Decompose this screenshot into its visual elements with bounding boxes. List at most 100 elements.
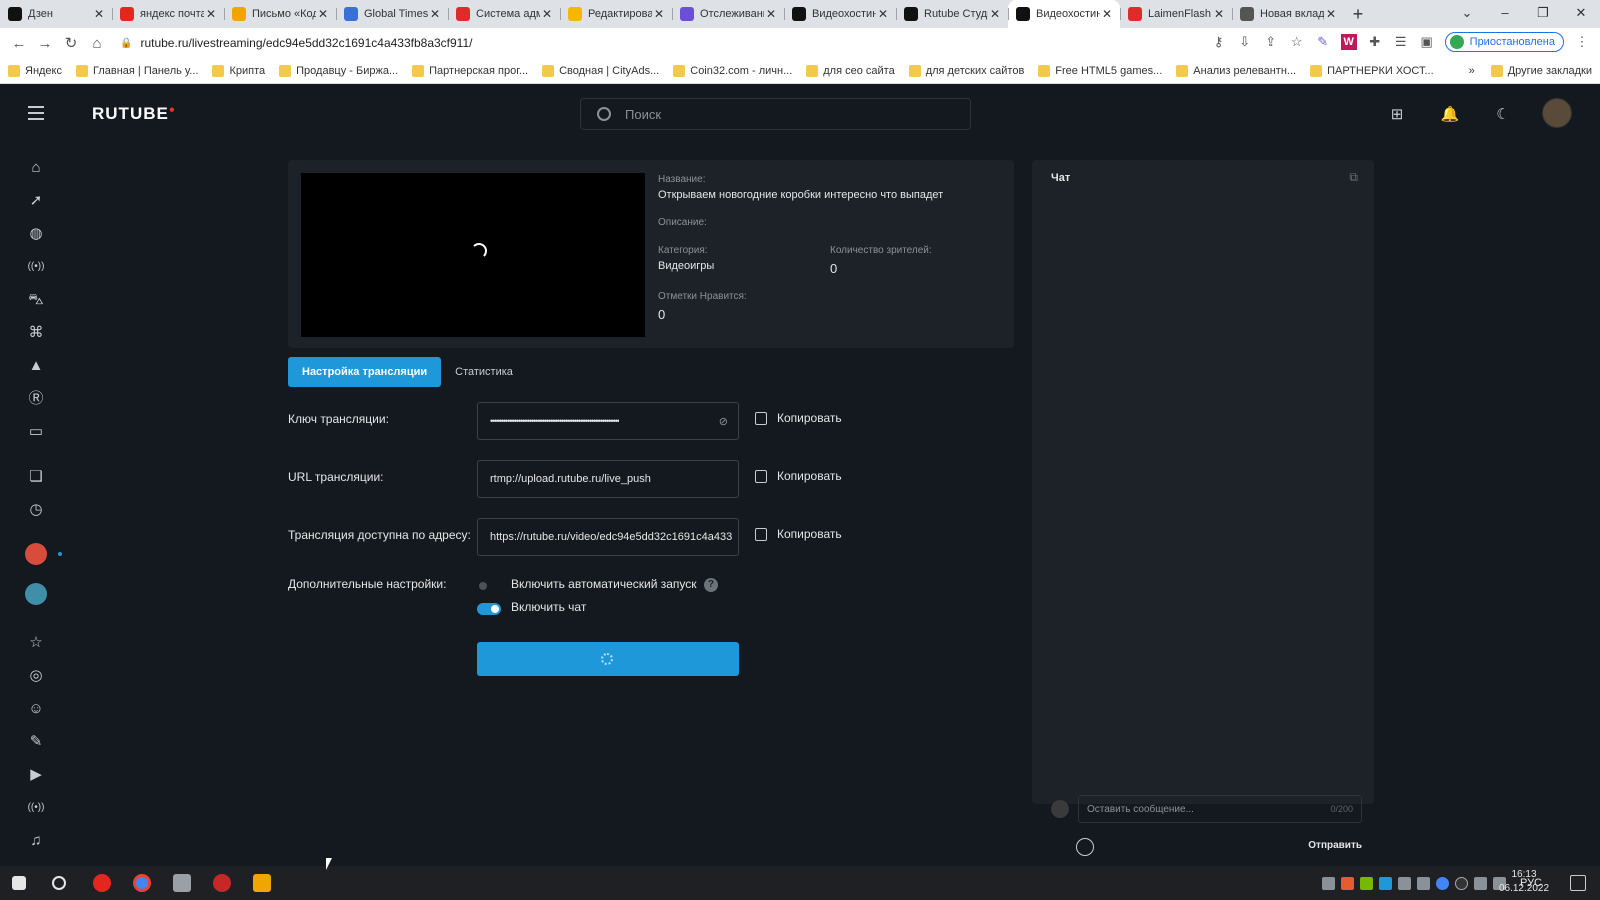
upload-icon[interactable]: ⊞ [1384,101,1410,127]
close-window-button[interactable]: ✕ [1562,0,1600,28]
tab-close-icon[interactable]: ✕ [1324,7,1338,21]
bookmark-item[interactable]: Сводная | CityAds... [542,64,659,77]
tab-close-icon[interactable]: ✕ [764,7,778,21]
browser-tab[interactable]: Видеохостин ✕ [1008,0,1120,28]
tray-app-icon[interactable] [1416,876,1430,890]
browser-tab[interactable]: LaimenFlash ✕ [1120,0,1232,28]
dark-mode-icon[interactable]: ☾ [1490,101,1516,127]
w-extension-icon[interactable]: W [1340,34,1357,50]
search-taskbar-icon[interactable] [52,876,66,890]
popout-icon[interactable]: ⧉ [1349,170,1358,185]
browser-tab[interactable]: Видеохостин ✕ [784,0,896,28]
menu-icon[interactable]: ⋮ [1574,34,1590,50]
car-nav-icon[interactable]: ⛍ [26,290,46,310]
eye-slash-icon[interactable]: ⊘ [719,415,728,428]
bookmark-nav-icon[interactable]: ❏ [26,467,46,487]
rutube-logo[interactable]: RUTUBE● [92,104,176,124]
bookmark-item[interactable]: Анализ релевантн... [1176,64,1296,77]
tools-nav-icon[interactable]: ✎ [26,732,46,752]
tv-nav-icon[interactable]: ▭ [26,422,46,442]
reading-list-icon[interactable]: ☰ [1393,34,1409,50]
tab-search-icon[interactable]: ⌄ [1448,0,1486,28]
video-player[interactable] [301,173,645,337]
forward-icon[interactable]: → [32,35,58,52]
minimize-button[interactable]: – [1486,0,1524,28]
save-button[interactable] [477,642,739,676]
graduation-cap-nav-icon[interactable]: ▲ [26,356,46,376]
rocket-nav-icon[interactable]: ➚ [26,191,46,211]
subscription-avatar-2[interactable] [25,583,47,605]
other-bookmarks[interactable]: Другие закладки [1508,65,1592,77]
tab-close-icon[interactable]: ✕ [428,7,442,21]
menu-burger-icon[interactable] [28,106,44,120]
tab-close-icon[interactable]: ✕ [316,7,330,21]
copy-key-button[interactable]: Копировать [755,411,842,425]
browser-tab[interactable]: Global Times ✕ [336,0,448,28]
subscription-avatar-1[interactable] [25,543,47,565]
reload-icon[interactable]: ↻ [58,34,84,52]
broadcast-nav-icon[interactable]: ((•)) [26,798,46,818]
home-icon[interactable]: ⌂ [84,35,110,52]
tab-close-icon[interactable]: ✕ [876,7,890,21]
yandex-browser-icon[interactable] [93,874,111,892]
bookmark-item[interactable]: Free HTML5 games... [1038,64,1162,77]
app-shield-icon[interactable] [173,874,191,892]
browser-tab[interactable]: Письмо «Код ✕ [224,0,336,28]
history-nav-icon[interactable]: ◷ [26,500,46,520]
browser-tab[interactable]: Редактирован✕ [560,0,672,28]
bookmark-item[interactable]: для детских сайтов [908,64,1024,77]
browser-tab[interactable]: Новая вклад ✕ [1232,0,1344,28]
music-nav-icon[interactable]: ♫ [26,831,46,851]
keyboard-icon[interactable] [1321,876,1335,890]
browser-tab[interactable]: Система адм ✕ [448,0,560,28]
chrome-tray-icon[interactable] [1435,876,1449,890]
tab-close-icon[interactable]: ✕ [988,7,1002,21]
tab-close-icon[interactable]: ✕ [1100,7,1114,21]
smile-nav-icon[interactable]: ☺ [26,699,46,719]
browser-tab[interactable]: Rutube Студи ✕ [896,0,1008,28]
stream-url-field[interactable]: rtmp://upload.rutube.ru/live_push [477,460,739,498]
bookmark-item[interactable]: Яндекс [8,64,62,77]
browser-tab[interactable]: Отслеживани ✕ [672,0,784,28]
bookmark-item[interactable]: для сео сайта [806,64,895,77]
url-field[interactable]: 🔒 rutube.ru/livestreaming/edc94e5dd32c16… [120,32,1220,54]
bookmark-item[interactable]: Продавцу - Биржа... [279,64,398,77]
tab-close-icon[interactable]: ✕ [540,7,554,21]
new-tab-button[interactable]: + [1344,0,1372,28]
key-icon[interactable]: ⚷ [1211,34,1227,50]
autostart-toggle[interactable] [477,580,501,592]
tab-statistics[interactable]: Статистика [441,357,527,387]
lock-icon[interactable]: 🔒 [120,38,132,49]
nvidia-icon[interactable] [1359,876,1373,890]
live-nav-icon[interactable]: ((•)) [26,257,46,277]
emoji-icon[interactable] [1076,838,1094,856]
windows-start-icon[interactable] [12,876,26,890]
bookmark-item[interactable]: ПАРТНЕРКИ ХОСТ... [1310,64,1434,77]
stream-address-field[interactable]: https://rutube.ru/video/edc94e5dd32c1691… [477,518,739,556]
share-icon[interactable]: ⇪ [1263,34,1279,50]
chat-toggle[interactable] [477,603,501,615]
tab-close-icon[interactable]: ✕ [652,7,666,21]
install-icon[interactable]: ⇩ [1237,34,1253,50]
volume-icon[interactable] [1473,876,1487,890]
pen-extension-icon[interactable]: ✎ [1315,34,1331,50]
bookmark-item[interactable]: Coin32.com - личн... [673,64,792,77]
bookmark-item[interactable]: Крипта [212,64,265,77]
stream-key-field[interactable]: ••••••••••••••••••••••••••••••••••••••••… [477,402,739,440]
bell-icon[interactable]: 🔔 [1437,101,1463,127]
send-button[interactable]: Отправить [1308,840,1362,851]
browser-tab[interactable]: яндекс почта ✕ [112,0,224,28]
tab-close-icon[interactable]: ✕ [92,7,106,21]
side-panel-icon[interactable]: ▣ [1419,34,1435,50]
home-nav-icon[interactable]: ⌂ [26,158,46,178]
back-icon[interactable]: ← [6,35,32,52]
browser-tab[interactable]: Дзен ✕ [0,0,112,28]
copy-address-button[interactable]: Копировать [755,527,842,541]
bookmarks-overflow-button[interactable]: » [1469,65,1475,77]
chrome-icon[interactable] [133,874,151,892]
star-icon[interactable]: ☆ [1289,34,1305,50]
tab-close-icon[interactable]: ✕ [1212,7,1226,21]
sport-nav-icon[interactable]: ◎ [26,666,46,686]
bookmark-item[interactable]: Партнерская прог... [412,64,528,77]
user-avatar[interactable] [1542,98,1572,128]
